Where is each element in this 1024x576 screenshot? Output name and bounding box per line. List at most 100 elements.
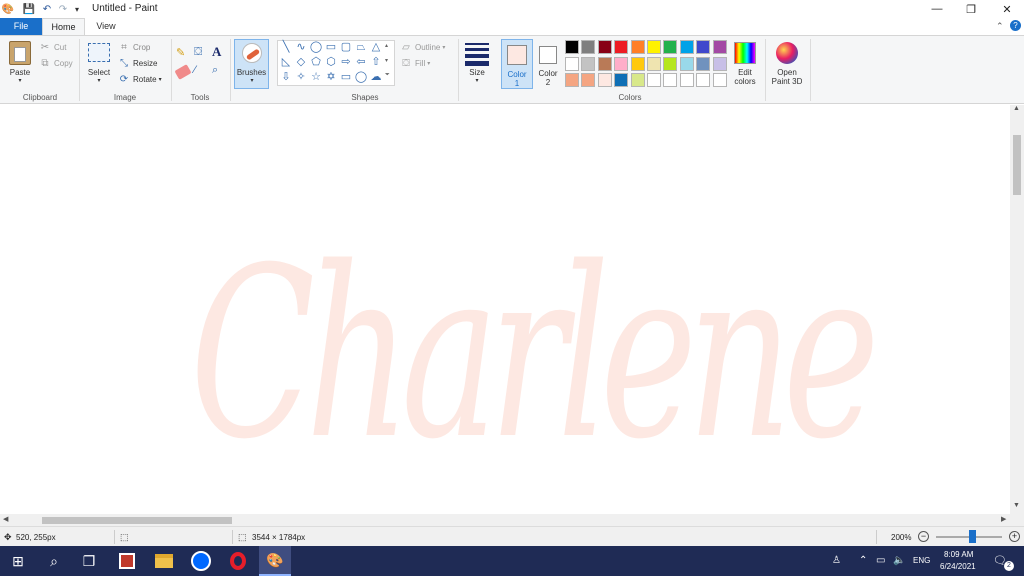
rectangle-shape-icon[interactable]: ▭ xyxy=(324,41,338,54)
customize-quick-access-icon[interactable]: ▾ xyxy=(72,2,82,16)
clock-time[interactable]: 8:09 AM xyxy=(944,550,973,559)
diamond-shape-icon[interactable]: ◇ xyxy=(294,56,308,69)
color2-button[interactable]: Color 2 xyxy=(535,39,561,89)
fill-button[interactable]: ⛋ Fill ▾ xyxy=(400,56,430,70)
paint3d-icon[interactable] xyxy=(776,42,798,64)
save-icon[interactable]: 💾 xyxy=(22,2,36,16)
undo-icon[interactable]: ↶ xyxy=(40,2,54,16)
shapes-scroll-up-icon[interactable]: ▴ xyxy=(385,42,394,49)
zoom-out-icon[interactable]: − xyxy=(918,531,929,542)
pentagon-shape-icon[interactable]: ⬠ xyxy=(309,56,323,69)
people-icon[interactable]: ♙ xyxy=(832,555,841,566)
shapes-expand-icon[interactable]: ⏷ xyxy=(385,72,394,79)
edit-colors-icon[interactable] xyxy=(734,42,756,64)
oval-callout-shape-icon[interactable]: ◯ xyxy=(354,71,368,84)
left-arrow-shape-icon[interactable]: ⇦ xyxy=(354,56,368,69)
paste-button[interactable]: Paste xyxy=(4,68,36,77)
scroll-up-icon[interactable]: ▲ xyxy=(1013,105,1020,112)
color1-button[interactable]: Color 1 xyxy=(501,39,533,89)
rotate-button[interactable]: ⟳ Rotate ▾ xyxy=(118,72,162,86)
select-icon[interactable] xyxy=(88,43,110,62)
horizontal-scroll-thumb[interactable] xyxy=(42,517,232,524)
cut-button[interactable]: ✂ Cut xyxy=(39,40,67,54)
task-view-icon[interactable]: ❐ xyxy=(76,549,102,573)
palette-swatch[interactable] xyxy=(663,73,678,87)
resize-button[interactable]: ⤡ Resize xyxy=(118,56,157,70)
palette-swatch[interactable] xyxy=(647,56,661,71)
cloud-callout-shape-icon[interactable]: ☁ xyxy=(369,71,383,84)
copy-button[interactable]: ⧉ Copy xyxy=(39,56,72,70)
up-arrow-shape-icon[interactable]: ⇧ xyxy=(369,56,383,69)
battery-icon[interactable]: ▭ xyxy=(876,555,885,566)
paste-icon[interactable] xyxy=(9,41,31,65)
hexagon-shape-icon[interactable]: ⬡ xyxy=(324,56,338,69)
scroll-down-icon[interactable]: ▼ xyxy=(1013,502,1020,509)
size-dropdown-icon[interactable]: ▾ xyxy=(472,77,482,86)
right-arrow-shape-icon[interactable]: ⇨ xyxy=(339,56,353,69)
maximize-button[interactable]: ❐ xyxy=(954,0,988,18)
zalo-icon[interactable] xyxy=(188,549,214,573)
paint-taskbar-icon[interactable]: 🎨 xyxy=(259,546,291,576)
magnifier-icon[interactable]: ⌕ xyxy=(212,64,226,78)
palette-swatch[interactable] xyxy=(597,56,612,71)
opera-icon[interactable] xyxy=(225,549,251,573)
eraser-icon[interactable] xyxy=(174,64,192,80)
windows-start-icon[interactable]: ⊞ xyxy=(5,549,31,573)
rect-callout-shape-icon[interactable]: ▭ xyxy=(339,71,353,84)
palette-swatch[interactable] xyxy=(565,56,579,71)
palette-swatch[interactable] xyxy=(712,56,727,71)
shapes-scroll-down-icon[interactable]: ▾ xyxy=(385,57,394,64)
six-point-star-shape-icon[interactable]: ✡ xyxy=(324,71,338,84)
vertical-scroll-thumb[interactable] xyxy=(1013,135,1021,195)
palette-swatch[interactable] xyxy=(630,56,645,71)
palette-swatch[interactable] xyxy=(581,40,596,54)
four-point-star-shape-icon[interactable]: ✧ xyxy=(294,71,308,84)
outline-button[interactable]: ▱ Outline ▾ xyxy=(400,40,445,54)
palette-swatch[interactable] xyxy=(597,73,612,87)
open-paint3d-button[interactable]: Open xyxy=(766,68,808,77)
palette-swatch[interactable] xyxy=(565,40,579,54)
right-triangle-shape-icon[interactable]: ◺ xyxy=(279,56,293,69)
horizontal-scrollbar[interactable]: ◀ ▶ xyxy=(0,514,1024,526)
palette-swatch[interactable] xyxy=(614,40,629,54)
app-icon[interactable] xyxy=(114,549,140,573)
palette-swatch[interactable] xyxy=(630,40,645,54)
palette-swatch[interactable] xyxy=(679,40,694,54)
palette-swatch[interactable] xyxy=(663,40,678,54)
crop-button[interactable]: ⌗ Crop xyxy=(118,40,150,54)
palette-swatch[interactable] xyxy=(614,56,629,71)
five-point-star-shape-icon[interactable]: ☆ xyxy=(309,71,323,84)
tab-file[interactable]: File xyxy=(0,18,42,35)
drawing-canvas[interactable]: Charlene xyxy=(0,105,1010,514)
vertical-scrollbar[interactable]: ▲ ▼ xyxy=(1010,105,1024,514)
palette-swatch[interactable] xyxy=(630,73,645,87)
select-button[interactable]: Select xyxy=(84,68,114,77)
tab-view[interactable]: View xyxy=(85,18,127,35)
polygon-shape-icon[interactable]: ⏢ xyxy=(354,41,368,54)
palette-swatch[interactable] xyxy=(647,73,661,87)
help-icon[interactable]: ? xyxy=(1010,20,1021,31)
triangle-shape-icon[interactable]: △ xyxy=(369,41,383,54)
palette-swatch[interactable] xyxy=(663,56,678,71)
language-indicator[interactable]: ENG xyxy=(913,556,930,565)
palette-swatch[interactable] xyxy=(712,40,727,54)
select-dropdown-icon[interactable]: ▾ xyxy=(94,77,104,86)
rounded-rectangle-shape-icon[interactable]: ▢ xyxy=(339,41,353,54)
fill-bucket-icon[interactable]: ⛋ xyxy=(194,46,208,60)
search-icon[interactable]: ⌕ xyxy=(41,549,67,573)
down-arrow-shape-icon[interactable]: ⇩ xyxy=(279,71,293,84)
volume-icon[interactable]: 🔈 xyxy=(893,555,905,566)
zoom-in-icon[interactable]: + xyxy=(1009,531,1020,542)
palette-swatch[interactable] xyxy=(696,56,711,71)
palette-swatch[interactable] xyxy=(679,73,694,87)
tab-home[interactable]: Home xyxy=(42,18,85,35)
palette-swatch[interactable] xyxy=(647,40,661,54)
scroll-left-icon[interactable]: ◀ xyxy=(3,515,8,523)
minimize-button[interactable]: — xyxy=(920,0,954,18)
collapse-ribbon-icon[interactable]: ⌃ xyxy=(996,21,1004,32)
palette-swatch[interactable] xyxy=(565,73,579,87)
color-picker-icon[interactable]: ⁄ xyxy=(194,64,208,78)
text-tool-icon[interactable]: A xyxy=(212,44,226,59)
paint-app-icon[interactable]: 🎨 xyxy=(2,2,14,16)
palette-swatch[interactable] xyxy=(679,56,694,71)
